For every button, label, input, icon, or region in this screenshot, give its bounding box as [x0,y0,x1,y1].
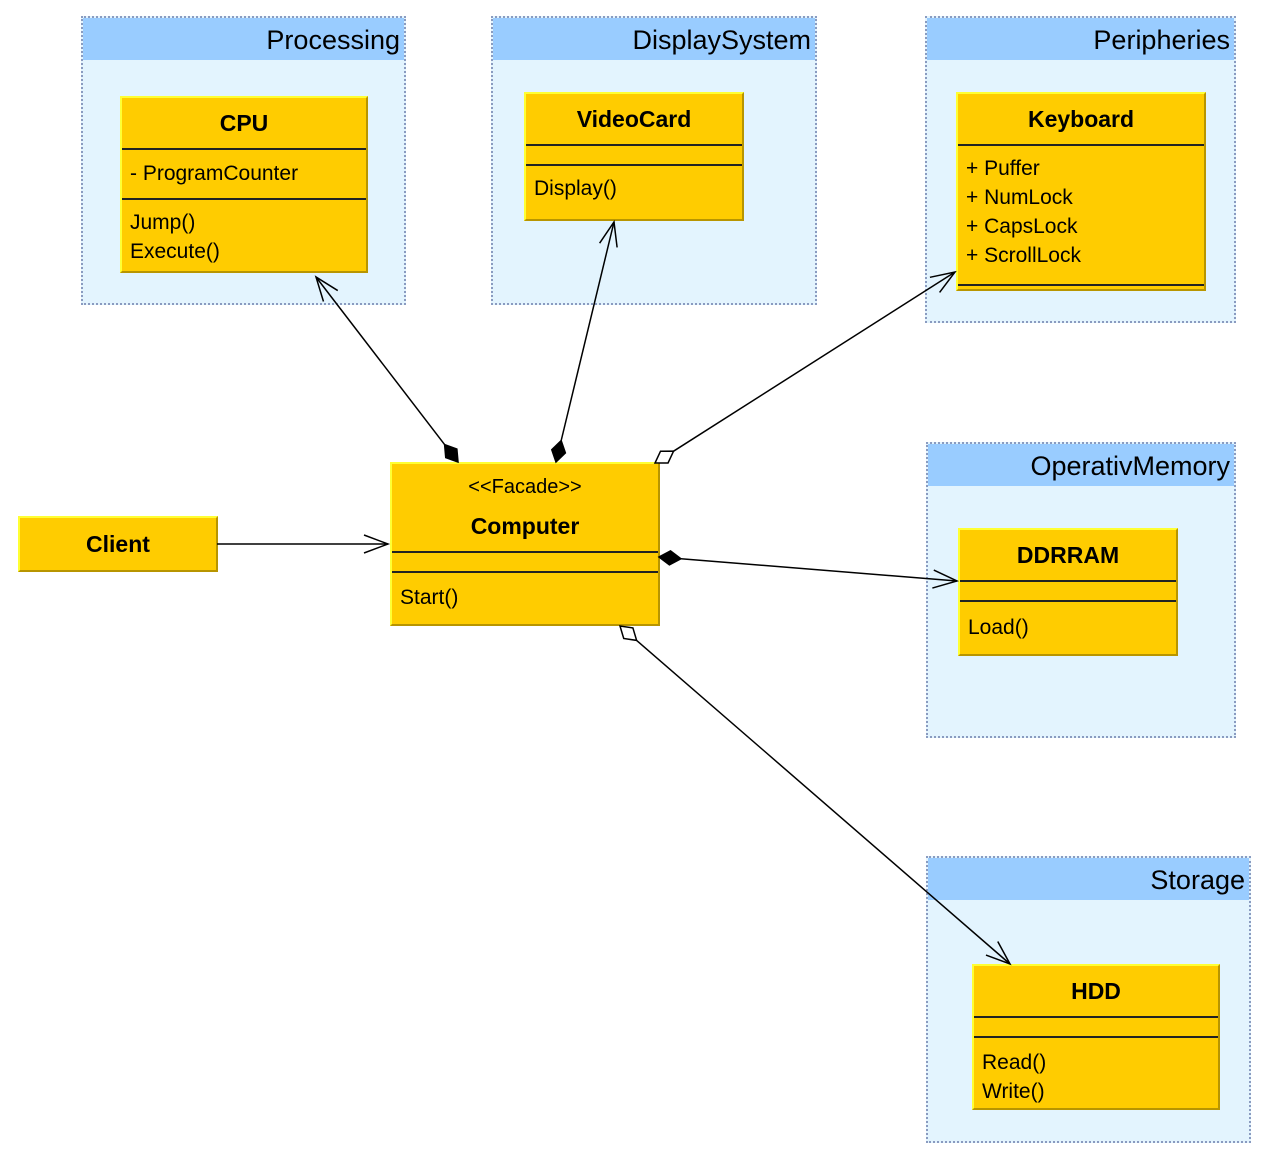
relation-line-keyboard[interactable] [673,271,956,452]
relation-line-videocard[interactable] [560,221,615,441]
composition-diamond-icon [443,443,459,464]
composition-diamond-icon [550,439,567,464]
relation-line-hdd[interactable] [636,639,1011,965]
aggregation-diamond-icon [618,625,638,642]
relations-layer [217,219,1012,966]
relation-line-cpu[interactable] [315,276,446,446]
aggregation-diamond-icon [653,450,675,464]
relation-line-ddrram[interactable] [680,558,958,582]
composition-diamond-icon [657,550,683,566]
